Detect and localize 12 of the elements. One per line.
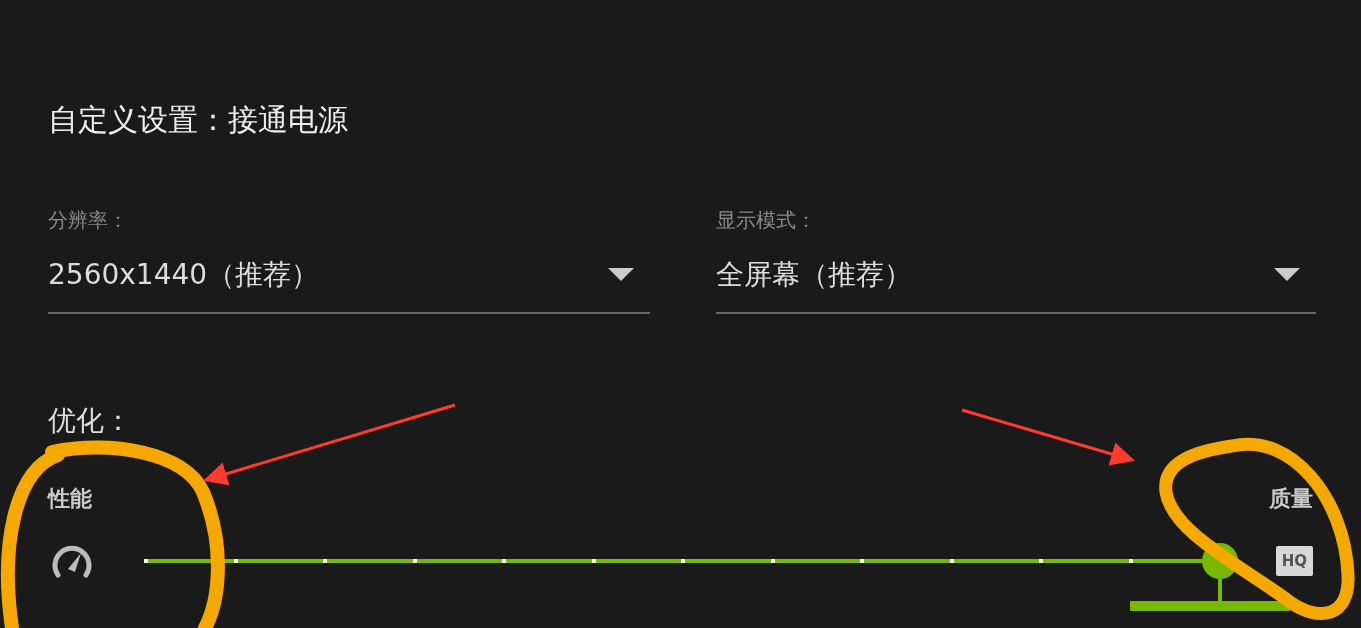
field-label: 分辨率： [48,207,128,233]
marker-stem [1218,579,1222,601]
slider-max-label: 质量 [1269,485,1313,513]
caret-icon [1274,268,1300,282]
dropdown[interactable]: 全屏幕（推荐） [716,255,1316,314]
field-label: 显示模式： [716,207,816,233]
slider-min-label: 性能 [48,485,92,513]
caret-icon [608,268,634,282]
section-label: 优化： [48,403,132,439]
dropdown[interactable]: 2560x1440（推荐） [48,255,650,314]
section-title: 自定义设置：接通电源 [48,101,348,139]
hq-badge: HQ [1275,546,1313,576]
